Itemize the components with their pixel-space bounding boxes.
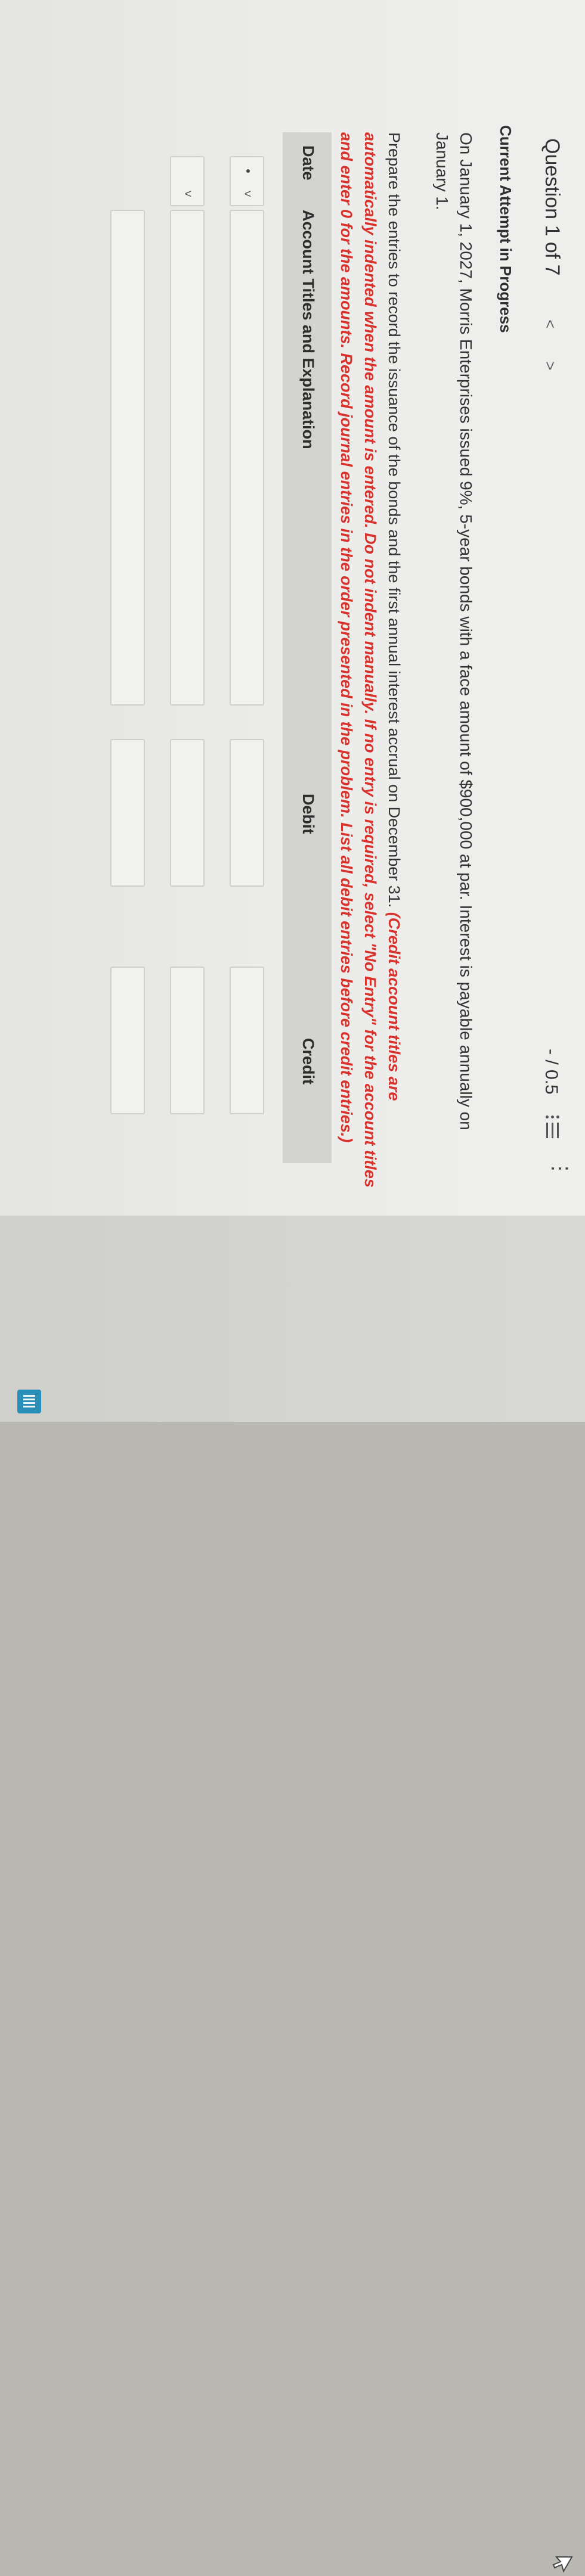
credit-input[interactable] [230,967,264,1114]
calculator-icon[interactable] [17,1390,41,1413]
question-page: Question 1 of 7 < > - / 0.5 ⋮ Current At… [0,0,585,1216]
account-title-input[interactable] [230,210,264,706]
list-icon[interactable] [542,1115,562,1139]
cursor-icon [552,2556,573,2573]
date-column-header: Date [299,145,317,181]
account-title-input[interactable] [170,210,205,706]
score-display: - / 0.5 [541,1049,561,1095]
credit-column-header: Credit [299,1038,317,1085]
debit-input[interactable] [110,739,145,887]
rotated-screen: Question 1 of 7 < > - / 0.5 ⋮ Current At… [0,0,585,2573]
debit-input[interactable] [170,739,205,887]
journal-row [98,132,156,1163]
credit-input[interactable] [170,967,205,1114]
instructions: Prepare the entries to record the issuan… [335,132,406,1193]
journal-row: > [158,132,215,1163]
problem-text: On January 1, 2027, Morris Enterprises i… [433,132,475,1130]
previous-question-button[interactable]: < [541,316,559,333]
credit-input[interactable] [110,967,145,1114]
date-select[interactable]: > [230,156,264,206]
question-header: Question 1 of 7 < > - / 0.5 ⋮ [507,0,585,1216]
cursor-dot [246,169,250,173]
side-panel [0,1216,585,2573]
account-column-header: Account Titles and Explanation [299,210,317,449]
chevron-down-icon: > [244,187,252,200]
journal-row: > [218,132,275,1163]
date-select[interactable]: > [170,156,205,206]
question-counter: Question 1 of 7 [541,138,564,276]
debit-column-header: Debit [299,794,317,834]
chevron-down-icon: > [184,187,192,200]
next-question-button[interactable]: > [541,358,559,374]
instruction-text: Prepare the entries to record the issuan… [385,132,403,912]
account-title-input[interactable] [110,210,145,706]
debit-input[interactable] [230,739,264,887]
journal-table-header: Date Account Titles and Explanation Debi… [283,132,332,1163]
more-vertical-icon[interactable]: ⋮ [540,1158,571,1179]
attempt-status: Current Attempt in Progress [497,125,515,333]
